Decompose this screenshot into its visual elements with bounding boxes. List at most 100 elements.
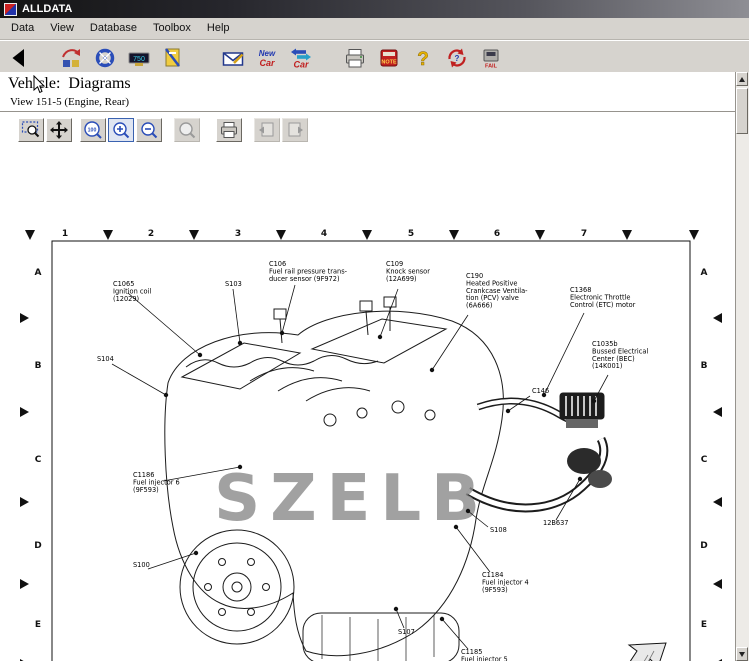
odometer-button[interactable]: 750 [126, 45, 152, 71]
leader-dot-C106 [280, 331, 284, 335]
print-diagram-button[interactable] [216, 118, 242, 142]
inspect-button[interactable] [174, 118, 200, 142]
scroll-up-button[interactable] [736, 72, 748, 86]
diagram-area[interactable]: SZELB 4.0L engine, rear front of vehicle… [0, 215, 736, 661]
scroll-thumb[interactable] [736, 88, 748, 134]
report-chart-icon [59, 46, 83, 70]
page-title: Vehicle: Diagrams [8, 75, 131, 92]
main-toolbar: 750 Ne [0, 40, 749, 75]
toolbar-group-car: New Car Car [220, 45, 314, 71]
print-diagram-icon [219, 120, 239, 140]
zoom-percent-label: 100 [88, 127, 97, 133]
callout-C1035b: C1035bBussed ElectricalCenter (BEC)(14K0… [592, 340, 648, 370]
zoom-in-icon [111, 120, 131, 140]
app-window: ALLDATA DataViewDatabaseToolboxHelp [0, 0, 749, 661]
titlebar: ALLDATA [0, 0, 749, 18]
menu-item-toolbox[interactable]: Toolbox [145, 20, 199, 37]
grid-marker-left [20, 407, 29, 417]
leader-dot-S108 [466, 509, 470, 513]
scroll-down-icon [739, 652, 745, 657]
grid-row-label: B [35, 361, 42, 371]
grid-col-label: 4 [321, 229, 327, 239]
menu-item-help[interactable]: Help [199, 20, 238, 37]
grid-row-label: C [35, 455, 42, 465]
grid-marker-right [713, 579, 722, 589]
grid-col-label: 3 [235, 229, 241, 239]
leader-dot-C1184 [454, 525, 458, 529]
menu-item-data[interactable]: Data [3, 20, 42, 37]
zoom-out-button[interactable] [136, 118, 162, 142]
leader-dot-S103 [238, 341, 242, 345]
callout-C106: C106Fuel rail pressure trans-ducer senso… [269, 260, 348, 283]
grid-col-label: 5 [408, 229, 414, 239]
note-icon: NOTE [377, 46, 401, 70]
menu-item-view[interactable]: View [42, 20, 82, 37]
scroll-down-button[interactable] [736, 647, 748, 661]
leader-line-S107 [396, 609, 404, 628]
leader-line-S100 [148, 553, 196, 569]
leader-line-S103 [233, 289, 240, 343]
print-icon [343, 46, 367, 70]
grid-marker-left [20, 579, 29, 589]
help-button[interactable]: ? [410, 45, 436, 71]
update-help-button[interactable]: ? [444, 45, 470, 71]
pan-icon [49, 120, 69, 140]
zoom-100-button[interactable]: 100 [80, 118, 106, 142]
prev-diagram-button[interactable] [254, 118, 280, 142]
zoom-toolbar: 100 [0, 115, 736, 145]
leader-dot-S100 [194, 551, 198, 555]
window-title: ALLDATA [22, 3, 72, 15]
grid-row-label: D [34, 541, 41, 551]
leader-dot-C1186 [238, 465, 242, 469]
diagram-sheet: SZELB 4.0L engine, rear front of vehicle… [0, 215, 736, 661]
report-button[interactable] [58, 45, 84, 71]
mail-button[interactable] [220, 45, 246, 71]
print-button[interactable] [342, 45, 368, 71]
grid-marker-top [449, 230, 459, 240]
grid-row-label: C [701, 455, 708, 465]
leader-line-C1185 [442, 619, 468, 649]
back-icon [7, 46, 31, 70]
change-car-button[interactable]: Car [288, 45, 314, 71]
grid-marker-top [535, 230, 545, 240]
grid-marker-top [276, 230, 286, 240]
grid-col-label: 6 [494, 229, 500, 239]
callout-S108: S108 [490, 526, 507, 534]
note-label: NOTE [381, 59, 397, 65]
odometer-icon: 750 [127, 46, 151, 70]
leader-dot-S104 [164, 393, 168, 397]
callout-S104: S104 [97, 355, 114, 363]
next-diagram-button[interactable] [282, 118, 308, 142]
callout-C1184: C1184Fuel injector 4(9F593) [482, 571, 529, 594]
bookmark-button[interactable] [160, 45, 186, 71]
new-car-button[interactable]: New Car [254, 45, 280, 71]
new-car-icon: New Car [255, 46, 279, 70]
grid-col-label: 7 [581, 229, 587, 239]
inspect-icon [177, 120, 197, 140]
grid-marker-right [713, 313, 722, 323]
callout-S100: S100 [133, 561, 150, 569]
grid-row-label: B [701, 361, 708, 371]
leader-line-C1368 [544, 313, 584, 395]
rotor-button[interactable] [92, 45, 118, 71]
zoom-region-button[interactable] [18, 118, 44, 142]
menu-item-database[interactable]: Database [82, 20, 145, 37]
leader-dot-S107 [394, 607, 398, 611]
fail-icon: FAIL [479, 46, 503, 70]
vertical-scrollbar[interactable] [735, 72, 749, 661]
view-title: View 151-5 (Engine, Rear) [0, 95, 736, 111]
pan-button[interactable] [46, 118, 72, 142]
content-area: Vehicle: Diagrams View 151-5 (Engine, Re… [0, 72, 736, 661]
note-button[interactable]: NOTE [376, 45, 402, 71]
fail-button[interactable]: FAIL [478, 45, 504, 71]
grid-marker-top [189, 230, 199, 240]
callout-C190: C190Heated PositiveCrankcase Ventila-tio… [466, 272, 528, 310]
grid-col-label: 1 [62, 229, 68, 239]
leader-dot-C1065 [198, 353, 202, 357]
zoom-in-button[interactable] [108, 118, 134, 142]
toolbar-group-vehicle: 750 [58, 45, 186, 71]
grid-marker-right [713, 407, 722, 417]
callout-S103: S103 [225, 280, 242, 288]
grid-marker-top [622, 230, 632, 240]
back-button[interactable] [6, 45, 32, 71]
